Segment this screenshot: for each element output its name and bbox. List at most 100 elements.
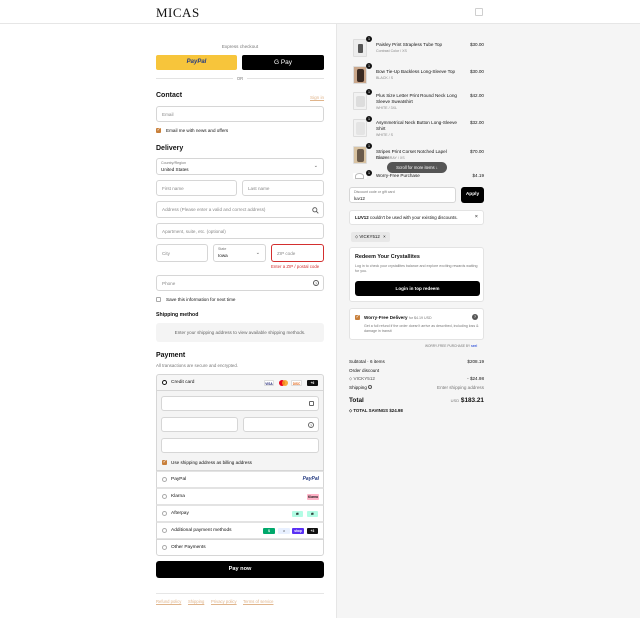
city-field[interactable]: City: [156, 244, 208, 262]
help-icon[interactable]: ?: [308, 422, 314, 428]
phone-field[interactable]: Phone ?: [156, 275, 324, 291]
close-icon[interactable]: ×: [475, 214, 478, 220]
more-methods-badge: +3: [307, 528, 318, 534]
zip-field[interactable]: ZIP code: [271, 244, 324, 262]
email-field[interactable]: Email: [156, 106, 324, 122]
billing-address-label: Use shipping address as billing address: [171, 460, 252, 465]
tag-icon: ⬦: [355, 234, 359, 239]
subtotal-value: $208.19: [467, 359, 484, 364]
applied-code: VICKY512: [359, 234, 380, 239]
remove-code-icon[interactable]: ×: [383, 234, 386, 239]
pay-now-button[interactable]: Pay now: [156, 561, 324, 578]
shipping-note: Enter your shipping address to view avai…: [156, 323, 324, 342]
worry-free-powered-by: WORRY-FREE PURCHASE BY seel: [425, 344, 478, 348]
news-checkbox[interactable]: [156, 127, 161, 133]
store-logo[interactable]: MICAS: [156, 5, 200, 21]
zip-error: Enter a ZIP / postal code: [271, 264, 320, 269]
payment-option-additional[interactable]: Additional payment methods $ ≈ shop +3: [156, 522, 324, 539]
payment-option-afterpay[interactable]: Afterpay ⇄ ⇄: [156, 505, 324, 522]
save-info-checkbox[interactable]: [156, 297, 161, 302]
card-number-field[interactable]: [161, 396, 319, 411]
zip-placeholder: ZIP code: [277, 251, 296, 256]
footer-link-privacy[interactable]: Privacy policy: [211, 599, 237, 604]
product-thumbnail: [353, 119, 367, 137]
klarna-radio[interactable]: [162, 494, 167, 499]
first-name-placeholder: First name: [162, 186, 184, 191]
expiry-field[interactable]: [161, 417, 238, 432]
country-select[interactable]: Country/Region United States ⌄: [156, 158, 324, 175]
worry-free-checkbox[interactable]: [355, 314, 360, 320]
product-thumbnail: [353, 66, 367, 84]
gpay-express-button[interactable]: G Pay: [242, 55, 324, 70]
scroll-hint-text: Scroll for more items: [396, 165, 435, 170]
afterpay-radio[interactable]: [162, 511, 167, 516]
total-label: Total: [349, 397, 364, 404]
subtotal-row: Subtotal · 6 items $208.19: [349, 359, 484, 364]
save-info-label: Save this information for next time: [166, 297, 236, 302]
help-icon[interactable]: ?: [313, 280, 319, 286]
more-cards-badge: +6: [307, 380, 318, 386]
help-icon[interactable]: [368, 385, 373, 389]
footer-link-refund[interactable]: Refund policy: [156, 599, 181, 604]
other-radio[interactable]: [162, 545, 167, 550]
login-redeem-button[interactable]: Login in top redeem: [355, 281, 480, 296]
search-icon: [312, 207, 319, 214]
apartment-placeholder: Apartment, suite, etc. (optional): [162, 229, 226, 234]
credit-card-form: ? Use shipping address as billing addres…: [156, 391, 324, 471]
item-price: $42.00: [469, 93, 484, 98]
shipping-row: Shipping Enter shipping address: [349, 385, 484, 390]
last-name-field[interactable]: Last name: [242, 180, 324, 196]
additional-label: Additional payment methods: [171, 528, 232, 533]
item-variant: Contrast Color / XS: [376, 49, 407, 53]
additional-radio[interactable]: [162, 528, 167, 533]
payment-option-credit-card[interactable]: Credit card VISA DISC +6: [156, 374, 324, 391]
paypal-radio[interactable]: [162, 477, 167, 482]
address-field[interactable]: Address (Please enter a valid and correc…: [156, 201, 324, 218]
email-placeholder: Email: [162, 112, 174, 117]
sign-in-link[interactable]: Sign in: [310, 95, 324, 100]
visa-icon: VISA: [264, 380, 274, 386]
payment-subtitle: All transactions are secure and encrypte…: [156, 363, 239, 368]
footer-link-terms[interactable]: Terms of service: [243, 599, 273, 604]
discount-code-field[interactable]: Discount code or gift card luv12: [349, 187, 456, 203]
discount-value: - $24.98: [467, 376, 484, 381]
last-name-placeholder: Last name: [248, 186, 270, 191]
applied-code-tag: ⬦ VICKY512 ×: [351, 232, 390, 242]
or-separator: OR: [236, 76, 244, 81]
item-variant: DARK GRAY / XS: [376, 156, 405, 160]
discover-icon: DISC: [291, 380, 302, 386]
payment-option-other[interactable]: Other Payments: [156, 539, 324, 556]
currency: USD: [450, 398, 460, 403]
billing-address-checkbox[interactable]: [162, 459, 167, 465]
security-code-field[interactable]: ?: [243, 417, 319, 432]
divider: [247, 78, 324, 79]
payment-option-paypal[interactable]: PayPal PayPal: [156, 471, 324, 488]
footer-link-shipping[interactable]: Shipping: [188, 599, 204, 604]
credit-card-radio[interactable]: [162, 380, 167, 385]
city-placeholder: City: [162, 251, 170, 256]
scroll-hint-pill[interactable]: Scroll for more items ↓: [387, 162, 447, 173]
quantity-badge: 1: [366, 170, 372, 176]
shop-pay-icon: shop: [292, 528, 304, 534]
payment-option-klarna[interactable]: Klarna Klarna: [156, 488, 324, 505]
afterpay-icon: ⇄: [292, 511, 303, 517]
other-label: Other Payments: [171, 545, 206, 550]
total-savings-row: ⬦ TOTAL SAVINGS $24.98: [349, 408, 484, 413]
apply-button[interactable]: Apply: [461, 187, 484, 203]
info-icon[interactable]: ?: [472, 314, 478, 320]
klarna-icon: Klarna: [307, 494, 319, 500]
worry-free-heading: Worry-Free Delivery for $4.19 USD: [364, 315, 432, 320]
tag-icon: ⬦: [349, 408, 353, 413]
item-variant: WHITE / 3XL: [376, 106, 397, 110]
paypal-express-button[interactable]: PayPal: [156, 55, 237, 70]
name-on-card-field[interactable]: [161, 438, 319, 453]
country-value: United States: [161, 167, 189, 172]
state-select[interactable]: State Iowa ⌄: [213, 244, 266, 262]
quantity-badge: 1: [366, 89, 372, 95]
product-thumbnail: [353, 146, 367, 164]
first-name-field[interactable]: First name: [156, 180, 237, 196]
chevron-down-icon: ⌄: [313, 163, 318, 169]
apartment-field[interactable]: Apartment, suite, etc. (optional): [156, 223, 324, 239]
quantity-badge: 1: [366, 116, 372, 122]
shopping-bag-icon[interactable]: [475, 8, 483, 16]
